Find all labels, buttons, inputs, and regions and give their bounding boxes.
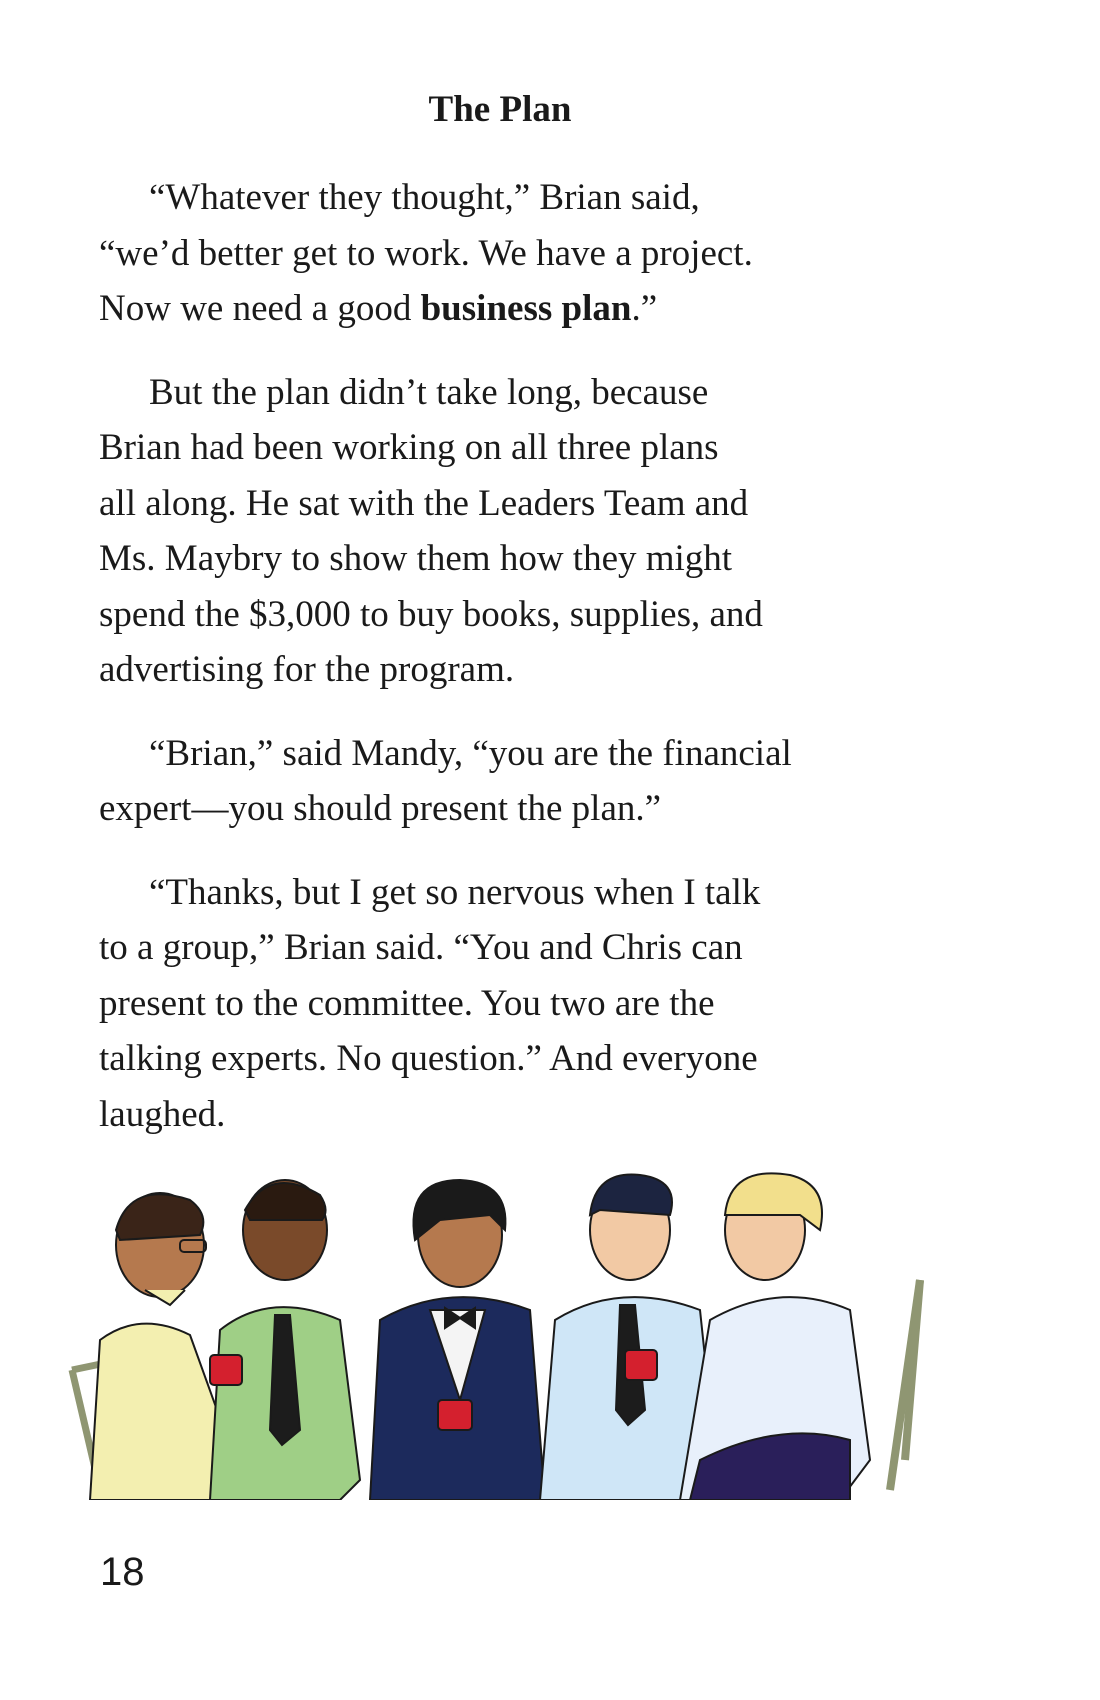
text-line: “Thanks, but I get so nervous when I tal…	[149, 871, 761, 913]
text-line: Brian had been working on all three plan…	[99, 427, 719, 468]
group-meeting-illustration	[68, 1172, 924, 1500]
book-page: The Plan “Whatever they thought,” Brian …	[0, 0, 1100, 1700]
text-line: “Brian,” said Mandy, “you are the financ…	[149, 732, 792, 774]
person-blonde-blouse	[678, 1172, 872, 1500]
person-green-shirt	[208, 1179, 362, 1500]
text-line: Ms. Maybry to show them how they might	[99, 538, 733, 579]
paragraph: “Whatever they thought,” Brian said, “we…	[99, 170, 949, 337]
paragraph: “Thanks, but I get so nervous when I tal…	[99, 865, 949, 1143]
text-line: present to the committee. You two are th…	[99, 982, 715, 1024]
story-text: “Whatever they thought,” Brian said, “we…	[99, 170, 949, 1170]
text-line: to a group,” Brian said. “You and Chris …	[99, 927, 743, 968]
text-line: talking experts. No question.” And every…	[99, 1038, 758, 1079]
text-fragment: Now we need a good	[99, 288, 421, 329]
red-cup	[437, 1399, 473, 1431]
paragraph: But the plan didn’t take long, because B…	[99, 365, 949, 698]
paragraph: “Brian,” said Mandy, “you are the financ…	[99, 726, 949, 837]
red-cup	[209, 1354, 243, 1386]
text-line: laughed.	[99, 1093, 226, 1135]
chapter-title: The Plan	[428, 89, 572, 130]
text-line: spend the $3,000 to buy books, supplies,…	[99, 593, 763, 635]
text-line: “Whatever they thought,” Brian said,	[149, 177, 700, 218]
text-fragment: .”	[631, 288, 658, 329]
chair-right	[886, 1279, 924, 1491]
text-line: expert—you should present the plan.”	[99, 788, 662, 829]
text-line: But the plan didn’t take long, because	[149, 371, 709, 413]
person-navy-jacket	[368, 1178, 547, 1500]
text-line: Now we need a good business plan.”	[99, 281, 949, 337]
page-number: 18	[100, 1550, 145, 1594]
text-line: all along. He sat with the Leaders Team …	[99, 482, 749, 524]
bold-term: business plan	[420, 288, 632, 329]
text-line: advertising for the program.	[99, 649, 515, 690]
red-cup	[624, 1349, 658, 1381]
text-line: “we’d better get to work. We have a proj…	[99, 232, 753, 274]
